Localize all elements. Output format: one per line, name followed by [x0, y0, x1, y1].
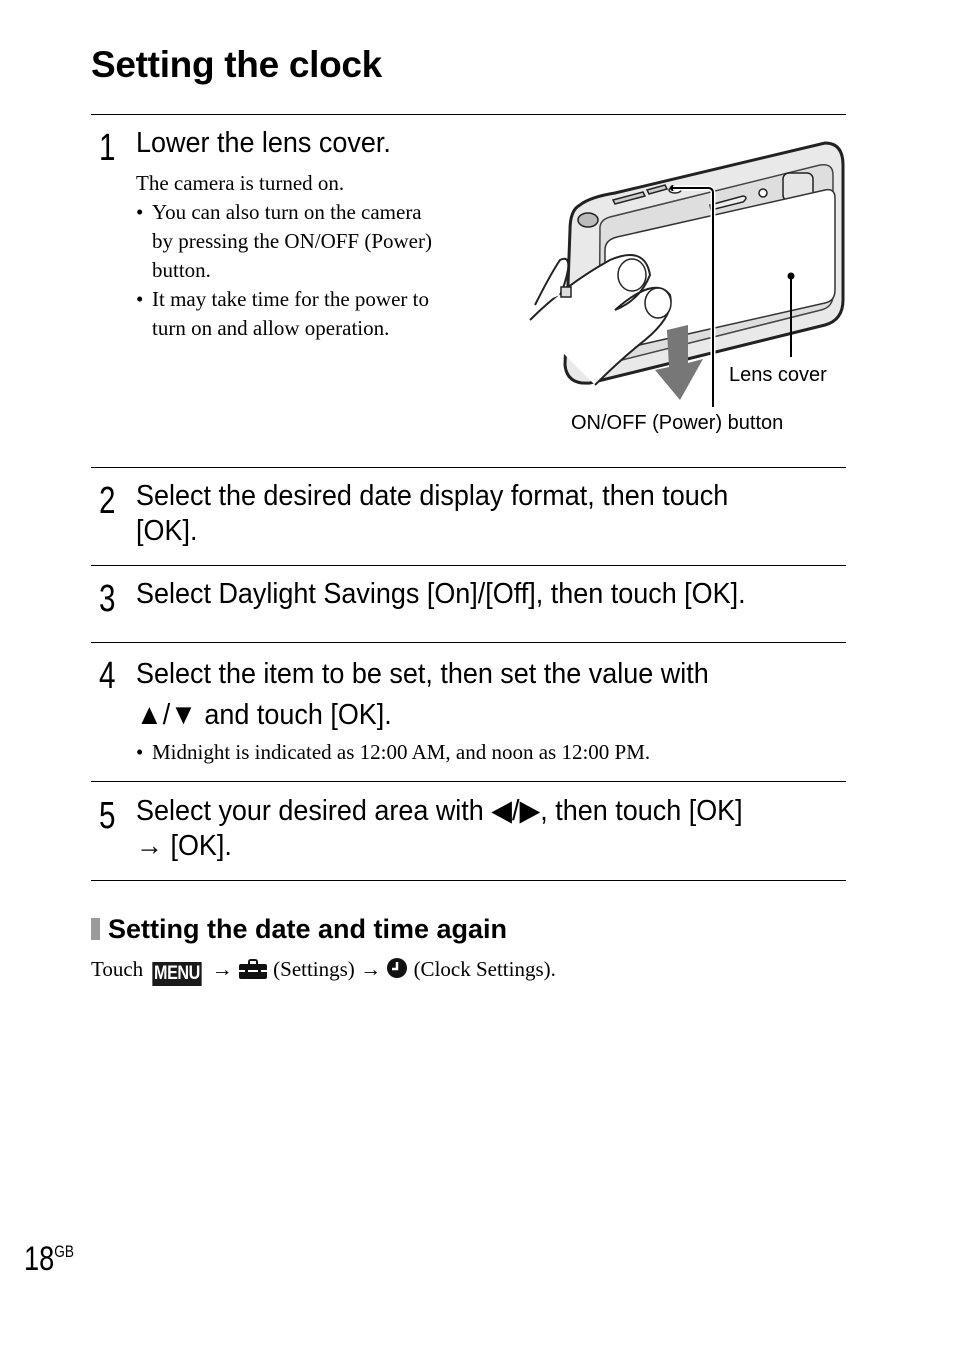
subsection-heading: Setting the date and time again — [91, 914, 507, 945]
touch-label: Touch — [91, 957, 144, 981]
body-text: The camera is turned on. — [136, 171, 345, 195]
step-heading-line: Select the item to be set, then set the … — [136, 658, 709, 690]
step-heading-line: ▲/▼ and touch [OK]. — [136, 699, 392, 731]
step-heading: Select your desired area with ◀/▶, then … — [136, 794, 743, 864]
divider — [91, 467, 846, 468]
fingernail — [617, 258, 647, 292]
bullet-line: button. — [152, 258, 211, 282]
divider — [91, 114, 846, 115]
step-heading: Select the item to be set, then set the … — [136, 654, 709, 736]
step-number: 5 — [99, 795, 116, 837]
step-number: 2 — [99, 480, 116, 522]
step-heading-line: → [OK]. — [136, 830, 232, 862]
bullet-line: It may take time for the power to — [152, 287, 429, 311]
page-number-value: 18 — [24, 1240, 55, 1278]
step-number: 1 — [99, 127, 116, 169]
step-heading: Select Daylight Savings [On]/[Off], then… — [136, 578, 746, 610]
page-number: 18GB — [24, 1240, 74, 1279]
callout-lens-cover: Lens cover — [729, 364, 827, 386]
step-note: Midnight is indicated as 12:00 AM, and n… — [136, 738, 954, 767]
subsection-instructions: Touch MENU → (Settings) → (Clock Setting… — [91, 955, 556, 986]
mode-dial — [577, 212, 599, 228]
step-heading: Lower the lens cover. — [136, 127, 391, 159]
bullet-line: You can also turn on the camera — [152, 200, 422, 224]
divider — [91, 565, 846, 566]
fingernail — [644, 287, 672, 319]
bullet-item: It may take time for the power to turn o… — [136, 285, 496, 343]
step-heading-line: [OK]. — [136, 515, 198, 547]
settings-label: (Settings) — [273, 957, 355, 981]
bullet-line: by pressing the ON/OFF (Power) — [152, 229, 432, 253]
divider — [91, 781, 846, 782]
callout-power-button: ON/OFF (Power) button — [571, 412, 784, 434]
arrow-icon: → — [360, 957, 382, 981]
step-number: 4 — [99, 655, 116, 697]
step-heading-line: Select your desired area with ◀/▶, then … — [136, 795, 743, 827]
subsection-heading-text: Setting the date and time again — [108, 914, 508, 944]
divider — [91, 880, 846, 881]
menu-icon: MENU — [152, 962, 203, 986]
step-heading-line: Select the desired date display format, … — [136, 480, 729, 512]
page-title: Setting the clock — [91, 44, 382, 85]
step-heading: Select the desired date display format, … — [136, 479, 728, 549]
clock-settings-label: (Clock Settings). — [413, 957, 556, 981]
divider — [91, 642, 846, 643]
settings-toolbox-icon — [238, 959, 267, 979]
af-illuminator — [758, 188, 768, 198]
step-number: 3 — [99, 578, 116, 620]
strap-hook — [560, 286, 572, 298]
bullet-item: You can also turn on the camera by press… — [136, 198, 496, 285]
step-body: The camera is turned on. You can also tu… — [136, 169, 496, 343]
arrow-icon: → — [211, 957, 233, 981]
bullet-line: turn on and allow operation. — [152, 316, 390, 340]
page-region-suffix: GB — [54, 1242, 74, 1261]
heading-marker-icon — [91, 918, 100, 940]
clock-icon — [387, 958, 408, 978]
